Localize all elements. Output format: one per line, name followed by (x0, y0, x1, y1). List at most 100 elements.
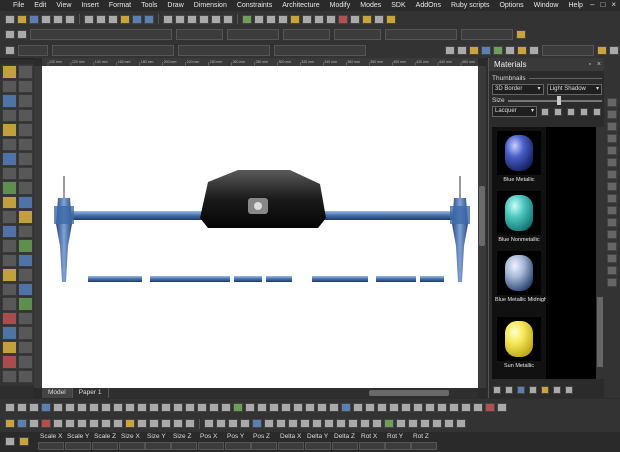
tool-icon[interactable] (209, 402, 219, 412)
sweep-tool-icon[interactable] (18, 195, 33, 209)
extrude-tool-icon[interactable] (2, 181, 17, 195)
tool-icon[interactable] (607, 110, 617, 119)
torus-tool-icon[interactable] (2, 166, 17, 180)
menu-window[interactable]: Window (529, 2, 564, 9)
slider-thumb[interactable] (556, 95, 561, 105)
redo-icon[interactable] (144, 14, 154, 24)
render-icon[interactable] (242, 14, 252, 24)
line-tool-icon[interactable] (2, 79, 17, 93)
tool-icon[interactable] (607, 206, 617, 215)
print-preview-icon[interactable] (65, 14, 75, 24)
tool-icon[interactable] (173, 402, 183, 412)
tool-icon[interactable] (497, 402, 507, 412)
tool-icon[interactable] (607, 254, 617, 263)
tool-icon[interactable] (348, 419, 358, 428)
tool-icon[interactable] (53, 419, 63, 428)
viewport-horizontal-scrollbar[interactable] (109, 388, 479, 398)
move-tool-icon[interactable] (18, 253, 33, 267)
tool-icon[interactable] (607, 98, 617, 107)
close-icon[interactable]: × (597, 58, 601, 71)
menu-help[interactable]: Help (564, 2, 588, 9)
scroll-thumb[interactable] (479, 186, 485, 246)
options-icon[interactable] (374, 14, 384, 24)
shape-tool-icon[interactable] (2, 94, 17, 108)
size-x-field[interactable] (119, 442, 145, 450)
polyline-tool-icon[interactable] (18, 79, 33, 93)
tool-icon[interactable] (420, 419, 430, 428)
match-properties-icon[interactable] (120, 14, 130, 24)
layer-icon[interactable] (314, 14, 324, 24)
tool-icon[interactable] (281, 402, 291, 412)
tool-icon[interactable] (185, 402, 195, 412)
menu-draw[interactable]: Draw (162, 2, 188, 9)
tool-icon[interactable] (137, 402, 147, 412)
sdk-icon[interactable] (338, 14, 348, 24)
tool-icon[interactable] (607, 278, 617, 287)
loft-tool-icon[interactable] (2, 195, 17, 209)
menu-constraints[interactable]: Constraints (232, 2, 277, 9)
rot-y-field[interactable] (385, 442, 411, 450)
zoom-in-icon[interactable] (199, 14, 209, 24)
tool-icon[interactable] (137, 419, 147, 428)
style-select[interactable] (461, 29, 513, 40)
apply-icon[interactable] (517, 386, 525, 394)
tab-paper-1[interactable]: Paper 1 (73, 388, 109, 398)
tool-icon[interactable] (264, 419, 274, 428)
group-icon[interactable] (469, 45, 479, 55)
rectangle-tool-icon[interactable] (18, 94, 33, 108)
curve-tool-icon[interactable] (18, 152, 33, 166)
array-tool-icon[interactable] (2, 239, 17, 253)
tool-icon[interactable] (353, 402, 363, 412)
tool-icon[interactable] (312, 419, 322, 428)
snap-mode-select[interactable] (274, 44, 366, 56)
tool-icon[interactable] (329, 402, 339, 412)
undo-icon[interactable] (132, 14, 142, 24)
wrench-icon[interactable] (517, 45, 527, 55)
layer-select[interactable] (30, 29, 172, 40)
material-item[interactable]: Blue Nonmetallic (495, 191, 543, 243)
tool-icon[interactable] (161, 419, 171, 428)
arc-tool-icon[interactable] (18, 108, 33, 122)
menu-view[interactable]: View (51, 2, 76, 9)
tool-icon[interactable] (408, 419, 418, 428)
attach-icon[interactable] (505, 45, 515, 55)
status-icon[interactable] (5, 437, 15, 446)
view-icon[interactable] (493, 386, 501, 394)
tool-icon[interactable] (276, 419, 286, 428)
cut-icon[interactable] (84, 14, 94, 24)
hidden-line-icon[interactable] (266, 14, 276, 24)
new-material-icon[interactable] (554, 107, 562, 116)
wall-tool-icon[interactable] (2, 282, 17, 296)
tool-icon[interactable] (336, 419, 346, 428)
window-tool-icon[interactable] (2, 297, 17, 311)
tool-icon[interactable] (597, 45, 607, 55)
block-icon[interactable] (493, 45, 503, 55)
tool-icon[interactable] (607, 182, 617, 191)
tool-icon[interactable] (245, 402, 255, 412)
tool-icon[interactable] (425, 402, 435, 412)
box-tool-icon[interactable] (2, 108, 17, 122)
scale-z-field[interactable] (92, 442, 118, 450)
size-z-field[interactable] (171, 442, 197, 450)
tool-icon[interactable] (444, 419, 454, 428)
tool-icon[interactable] (485, 402, 495, 412)
help-icon[interactable] (386, 14, 396, 24)
rot-z-field[interactable] (411, 442, 437, 450)
pos-x-field[interactable] (198, 442, 224, 450)
delta-z-field[interactable] (332, 442, 358, 450)
print-icon[interactable] (53, 14, 63, 24)
menu-options[interactable]: Options (494, 2, 528, 9)
tool-icon[interactable] (228, 419, 238, 428)
tool-icon[interactable] (607, 242, 617, 251)
size-slider[interactable] (507, 95, 602, 105)
roof-tool-icon[interactable] (2, 311, 17, 325)
wireframe-icon[interactable] (254, 14, 264, 24)
save-all-icon[interactable] (41, 14, 51, 24)
tool-icon[interactable] (53, 402, 63, 412)
tool-icon[interactable] (257, 402, 267, 412)
material-item[interactable]: Sun Metallic (495, 317, 543, 369)
tool-icon[interactable] (29, 402, 39, 412)
tool-icon[interactable] (401, 402, 411, 412)
tool-icon[interactable] (607, 146, 617, 155)
tool-icon[interactable] (65, 402, 75, 412)
